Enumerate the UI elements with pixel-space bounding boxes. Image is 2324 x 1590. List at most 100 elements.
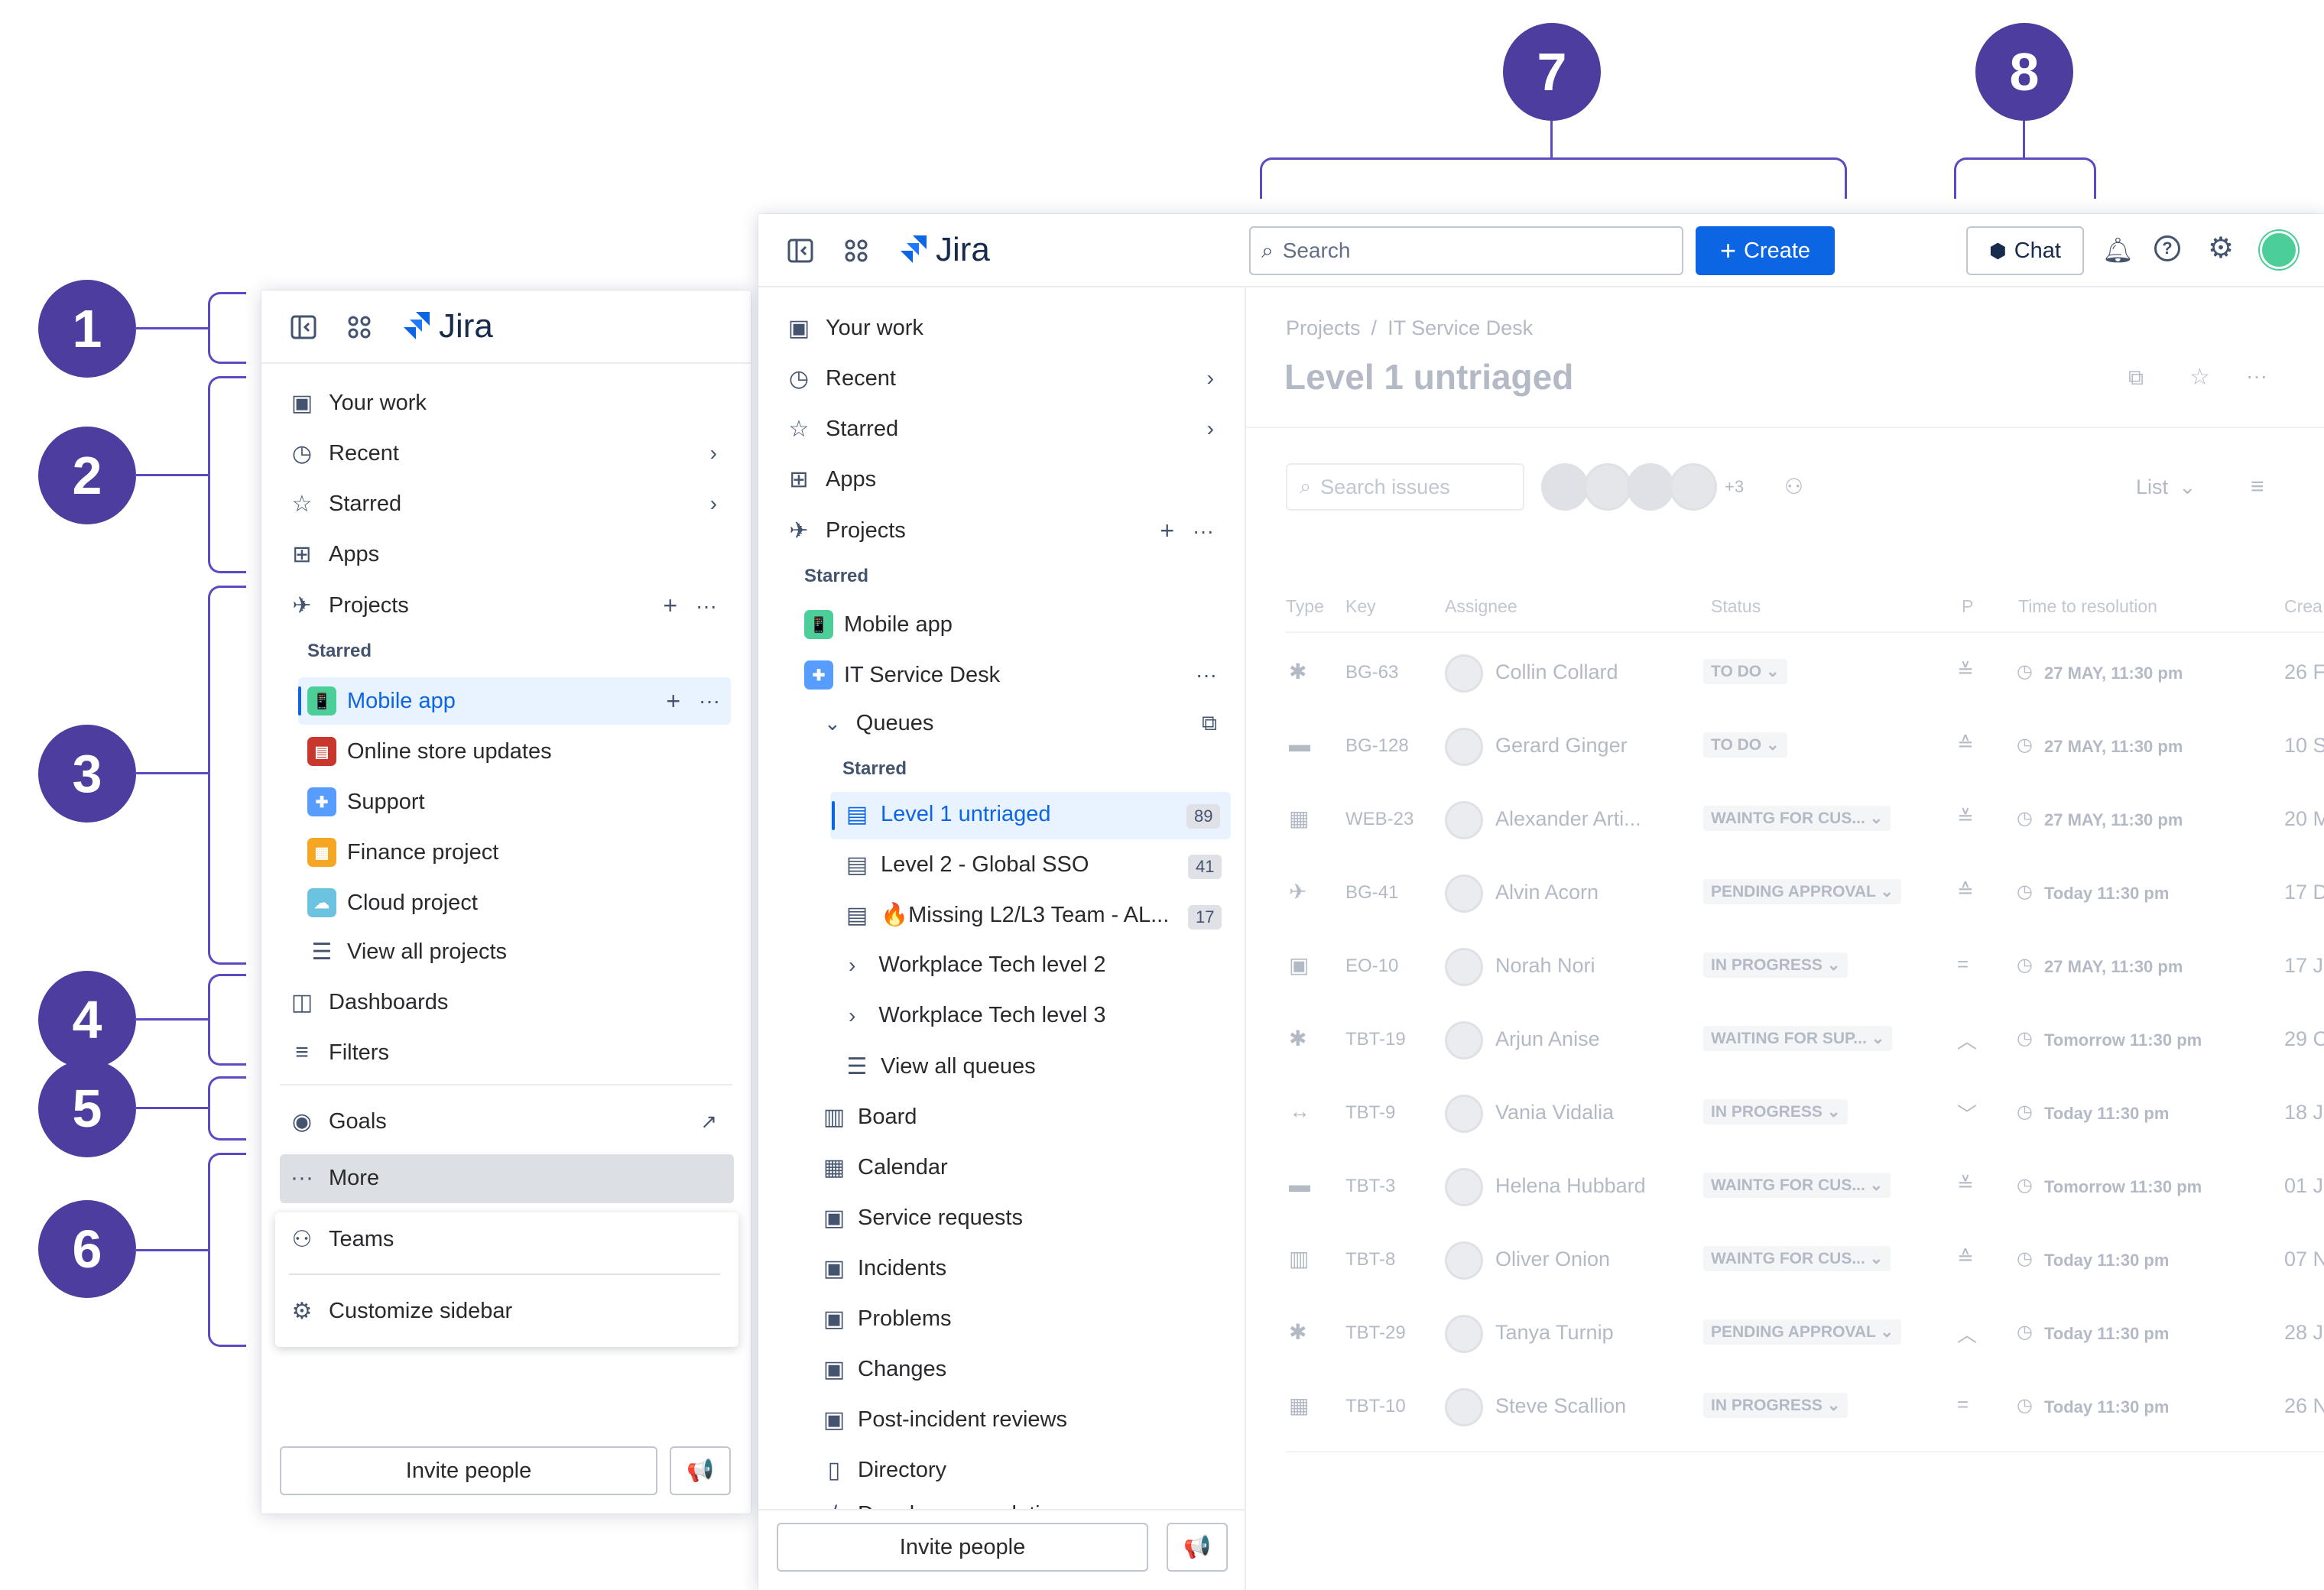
status-badge[interactable]: WAINTG FOR CUS... ⌄ bbox=[1703, 1173, 1891, 1198]
nav-dashboards[interactable]: ◫ Dashboards bbox=[289, 989, 449, 1015]
share-icon[interactable]: ⧉ bbox=[2128, 365, 2144, 391]
chat-button[interactable]: ⬢ Chat bbox=[1966, 226, 2084, 275]
collapse-sidebar-icon[interactable] bbox=[290, 315, 316, 339]
issue-key[interactable]: BG-41 bbox=[1345, 882, 1398, 904]
help-icon[interactable]: ? bbox=[2154, 235, 2180, 261]
status-badge[interactable]: IN PROGRESS ⌄ bbox=[1703, 1393, 1848, 1418]
nav-goals[interactable]: ◉ Goals ↗ bbox=[289, 1108, 717, 1134]
status-badge[interactable]: PENDING APPROVAL ⌄ bbox=[1703, 1319, 1901, 1345]
link-changes[interactable]: ▣ Changes bbox=[821, 1356, 946, 1382]
search-issues-input[interactable]: ⌕ Search issues bbox=[1286, 463, 1524, 511]
add-people-icon[interactable]: ⚇ bbox=[1784, 474, 1803, 499]
table-row[interactable]: ✱ BG-63 Collin Collard TO DO ⌄ ≚ ◷ 27 MAY, 11:… bbox=[1286, 638, 2324, 711]
nav-projects[interactable]: ✈ Projects + ··· bbox=[289, 592, 717, 620]
breadcrumb-projects[interactable]: Projects bbox=[1286, 316, 1361, 340]
col-created[interactable]: Crea bbox=[2284, 596, 2322, 617]
menu-customize-sidebar[interactable]: ⚙ Customize sidebar bbox=[289, 1298, 513, 1324]
invite-people-button[interactable]: Invite people bbox=[777, 1523, 1148, 1572]
table-row[interactable]: ✱ TBT-29 Tanya Turnip PENDING APPROVAL ⌄ ︿ ◷ T… bbox=[1286, 1298, 2324, 1371]
menu-teams[interactable]: ⚇ Teams bbox=[289, 1226, 394, 1252]
nav-your-work[interactable]: ▣ Your work bbox=[289, 390, 427, 416]
link-problems[interactable]: ▣ Problems bbox=[821, 1306, 952, 1332]
create-button[interactable]: + Create bbox=[1696, 226, 1835, 275]
feedback-button[interactable]: 📢 bbox=[1167, 1523, 1228, 1572]
nav-filters[interactable]: ≡ Filters bbox=[289, 1040, 389, 1066]
status-badge[interactable]: WAINTG FOR CUS... ⌄ bbox=[1703, 1246, 1891, 1271]
add-project-icon[interactable]: + bbox=[1160, 517, 1174, 545]
nav-starred[interactable]: ☆ Starred › bbox=[289, 491, 717, 517]
link-calendar[interactable]: ▦ Calendar bbox=[821, 1154, 948, 1180]
feedback-button[interactable]: 📢 bbox=[670, 1446, 731, 1495]
more-icon[interactable]: ··· bbox=[1193, 519, 1214, 544]
nav-recent[interactable]: ◷ Recent › bbox=[289, 440, 717, 466]
user-avatar[interactable] bbox=[2260, 231, 2298, 269]
queue-level-2[interactable]: ▤ Level 2 - Global SSO bbox=[844, 852, 1089, 878]
more-icon[interactable]: ··· bbox=[2246, 364, 2267, 388]
issue-key[interactable]: TBT-3 bbox=[1345, 1176, 1395, 1197]
table-row[interactable]: ✈ BG-41 Alvin Acorn PENDING APPROVAL ⌄ ≙ ◷ Tod… bbox=[1286, 858, 2324, 931]
nav-your-work[interactable]: ▣ Your work bbox=[786, 315, 923, 341]
avatar-group[interactable] bbox=[1541, 463, 1725, 512]
nav-projects[interactable]: ✈ Projects + ··· bbox=[786, 517, 1214, 545]
issue-key[interactable]: TBT-29 bbox=[1345, 1322, 1406, 1344]
status-badge[interactable]: TO DO ⌄ bbox=[1703, 659, 1787, 684]
more-icon[interactable]: ··· bbox=[696, 594, 717, 618]
status-badge[interactable]: IN PROGRESS ⌄ bbox=[1703, 1099, 1848, 1124]
breadcrumb-it-service-desk[interactable]: IT Service Desk bbox=[1388, 316, 1533, 340]
nav-apps[interactable]: ⊞ Apps bbox=[786, 466, 876, 492]
project-support[interactable]: ✚ Support bbox=[307, 787, 425, 816]
issue-key[interactable]: TBT-9 bbox=[1345, 1102, 1395, 1124]
project-it-service-desk[interactable]: ✚ IT Service Desk ··· bbox=[804, 660, 1217, 690]
table-row[interactable]: ▬ TBT-3 Helena Hubbard WAINTG FOR CUS... ⌄ ≚… bbox=[1286, 1151, 2324, 1225]
table-row[interactable]: ▬ BG-128 Gerard Ginger TO DO ⌄ ≙ ◷ 27 MAY, 11:… bbox=[1286, 711, 2324, 784]
issue-key[interactable]: BG-128 bbox=[1345, 735, 1409, 757]
col-priority[interactable]: P bbox=[1962, 596, 1973, 617]
filter-icon[interactable]: ≡ bbox=[2251, 474, 2264, 500]
add-project-icon[interactable]: + bbox=[663, 592, 677, 620]
table-row[interactable]: ✱ TBT-19 Arjun Anise WAITING FOR SUP... ⌄ ︿ ◷… bbox=[1286, 1004, 2324, 1078]
project-mobile-app[interactable]: 📱 Mobile app + ··· bbox=[307, 686, 720, 716]
nav-more[interactable]: ··· More bbox=[289, 1165, 379, 1191]
issue-key[interactable]: TBT-10 bbox=[1345, 1396, 1406, 1417]
link-service-requests[interactable]: ▣ Service requests bbox=[821, 1205, 1023, 1231]
link-incidents[interactable]: ▣ Incidents bbox=[821, 1255, 946, 1281]
col-assignee[interactable]: Assignee bbox=[1445, 596, 1517, 617]
col-time-to-resolution[interactable]: Time to resolution bbox=[2018, 596, 2157, 617]
status-badge[interactable]: TO DO ⌄ bbox=[1703, 732, 1787, 758]
project-mobile-app[interactable]: 📱 Mobile app bbox=[804, 610, 953, 639]
issue-key[interactable]: TBT-19 bbox=[1345, 1029, 1406, 1050]
col-status[interactable]: Status bbox=[1711, 596, 1761, 617]
col-type[interactable]: Type bbox=[1286, 596, 1324, 617]
nav-recent[interactable]: ◷ Recent › bbox=[786, 365, 1214, 391]
settings-gear-icon[interactable]: ⚙ bbox=[2208, 231, 2234, 265]
search-input[interactable]: ⌕ Search bbox=[1249, 226, 1683, 275]
star-icon[interactable]: ☆ bbox=[2189, 364, 2210, 391]
view-all-queues[interactable]: ☰ View all queues bbox=[844, 1053, 1036, 1079]
nav-starred[interactable]: ☆ Starred › bbox=[786, 416, 1214, 442]
app-switcher-icon[interactable] bbox=[347, 315, 372, 339]
status-badge[interactable]: WAITING FOR SUP... ⌄ bbox=[1703, 1026, 1893, 1051]
table-row[interactable]: ▦ WEB-23 Alexander Arti... WAINTG FOR CUS..… bbox=[1286, 784, 2324, 858]
more-icon[interactable]: ··· bbox=[699, 689, 720, 713]
link-board[interactable]: ▥ Board bbox=[821, 1104, 917, 1130]
view-select[interactable]: List ⌄ bbox=[2136, 475, 2196, 499]
project-finance[interactable]: ▦ Finance project bbox=[307, 838, 498, 867]
collapse-sidebar-icon[interactable] bbox=[787, 238, 813, 263]
status-badge[interactable]: IN PROGRESS ⌄ bbox=[1703, 952, 1848, 978]
add-icon[interactable]: + bbox=[666, 687, 680, 716]
table-row[interactable]: ▣ EO-10 Norah Nori IN PROGRESS ⌄ = ◷ 27 MAY, 1… bbox=[1286, 931, 2324, 1004]
table-row[interactable]: ▥ TBT-8 Oliver Onion WAINTG FOR CUS... ⌄ ≙ ◷ T… bbox=[1286, 1225, 2324, 1298]
group-workplace-tech-3[interactable]: › Workplace Tech level 3 bbox=[849, 1003, 1105, 1028]
view-all-projects[interactable]: ☰ View all projects bbox=[309, 939, 507, 965]
notifications-bell-icon[interactable]: 🔔︎ bbox=[2102, 235, 2134, 264]
project-online-store[interactable]: ▤ Online store updates bbox=[307, 737, 552, 766]
more-avatars-count[interactable]: +3 bbox=[1725, 477, 1744, 497]
open-queues-icon[interactable]: ⧉ bbox=[1202, 711, 1217, 736]
link-post-incident-reviews[interactable]: ▣ Post-incident reviews bbox=[821, 1407, 1067, 1433]
issue-key[interactable]: TBT-8 bbox=[1345, 1249, 1395, 1270]
invite-people-button[interactable]: Invite people bbox=[280, 1446, 657, 1495]
issue-key[interactable]: WEB-23 bbox=[1345, 809, 1414, 830]
status-badge[interactable]: WAINTG FOR CUS... ⌄ bbox=[1703, 806, 1891, 831]
more-icon[interactable]: ··· bbox=[1196, 663, 1217, 687]
issue-key[interactable]: EO-10 bbox=[1345, 956, 1398, 977]
